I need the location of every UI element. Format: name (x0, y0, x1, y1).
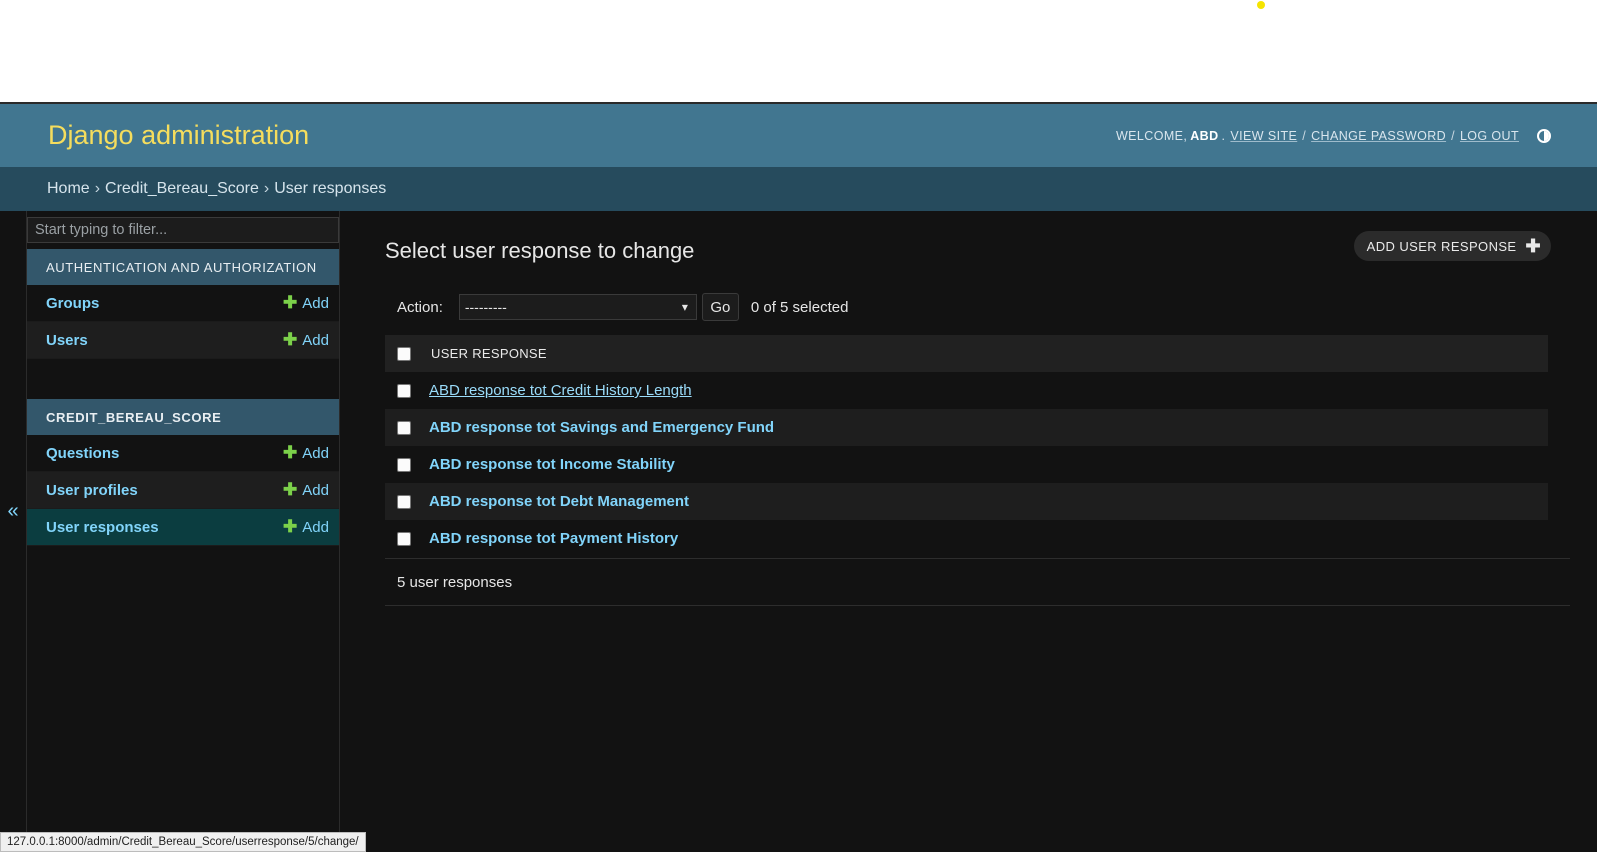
table-row: ABD response tot Credit History Length (385, 372, 1548, 409)
row-link[interactable]: ABD response tot Credit History Length (429, 382, 692, 399)
row-link[interactable]: ABD response tot Payment History (429, 530, 678, 547)
table-row: ABD response tot Payment History (385, 520, 1548, 557)
row-checkbox[interactable] (397, 494, 411, 509)
table-row: ABD response tot Income Stability (385, 446, 1548, 483)
plus-icon: ✚ (283, 293, 298, 312)
breadcrumb: Home › Credit_Bereau_Score › User respon… (0, 167, 1597, 211)
sidebar-item-groups: Groups ✚ Add (27, 285, 339, 322)
breadcrumb-current: User responses (274, 180, 387, 197)
add-label: Add (302, 482, 329, 499)
separator: / (1451, 128, 1455, 143)
add-label: Add (302, 519, 329, 536)
table-row: ABD response tot Debt Management (385, 483, 1548, 520)
paginator: 5 user responses (385, 558, 1570, 606)
add-questions-link[interactable]: ✚ Add (283, 443, 329, 463)
selection-counter: 0 of 5 selected (750, 298, 849, 316)
header: Django administration WELCOME, ABD. VIEW… (0, 104, 1597, 167)
view-site-link[interactable]: VIEW SITE (1230, 129, 1297, 143)
sidebar-collapse-toggle[interactable]: « (0, 211, 27, 852)
row-link[interactable]: ABD response tot Savings and Emergency F… (429, 419, 774, 436)
sidebar-item-label[interactable]: User profiles (46, 482, 138, 499)
row-checkbox[interactable] (397, 383, 411, 398)
nav-filter-input[interactable]: Start typing to filter... (27, 217, 339, 243)
plus-icon: ✚ (283, 480, 298, 499)
sidebar-item-questions: Questions ✚ Add (27, 435, 339, 472)
username: ABD (1190, 128, 1219, 143)
add-users-link[interactable]: ✚ Add (283, 330, 329, 350)
page-title: Select user response to change (385, 238, 695, 263)
action-select-value: --------- (464, 299, 507, 315)
module-caption-credit-bereau-score[interactable]: CREDIT_BEREAU_SCORE (27, 399, 339, 435)
action-select[interactable]: --------- ▾ (458, 294, 697, 320)
chevron-down-icon: ▾ (681, 300, 688, 314)
admin-window: Django administration WELCOME, ABD. VIEW… (0, 102, 1597, 852)
sidebar-item-label[interactable]: Groups (46, 295, 99, 312)
double-chevron-left-icon: « (7, 500, 19, 522)
row-checkbox[interactable] (397, 457, 411, 472)
log-out-link[interactable]: LOG OUT (1460, 129, 1519, 143)
actions-bar: Action: --------- ▾ Go 0 of 5 selected (385, 293, 848, 321)
sidebar-nav: Start typing to filter... AUTHENTICATION… (27, 211, 340, 852)
add-groups-link[interactable]: ✚ Add (283, 293, 329, 313)
sidebar-item-user-responses: User responses ✚ Add (27, 509, 339, 546)
add-label: Add (302, 332, 329, 349)
result-count: 5 user responses (397, 573, 513, 591)
sidebar-item-user-profiles: User profiles ✚ Add (27, 472, 339, 509)
sidebar-item-label[interactable]: Questions (46, 445, 119, 462)
sidebar-item-users: Users ✚ Add (27, 322, 339, 359)
row-checkbox[interactable] (397, 420, 411, 435)
plus-icon: ✚ (283, 330, 298, 349)
add-user-response-button[interactable]: ADD USER RESPONSE ✚ (1353, 231, 1551, 261)
plus-icon: ✚ (1525, 235, 1541, 256)
add-user-responses-link[interactable]: ✚ Add (283, 517, 329, 537)
breadcrumb-separator: › (94, 180, 101, 197)
result-list: USER RESPONSE ABD response tot Credit Hi… (385, 335, 1570, 606)
breadcrumb-separator: › (263, 180, 270, 197)
module-caption-auth[interactable]: AUTHENTICATION AND AUTHORIZATION (27, 249, 339, 285)
plus-icon: ✚ (283, 443, 298, 462)
breadcrumb-home[interactable]: Home (47, 180, 90, 198)
welcome-text: WELCOME, (1115, 128, 1188, 143)
change-password-link[interactable]: CHANGE PASSWORD (1311, 129, 1446, 143)
sidebar-item-label[interactable]: User responses (46, 519, 159, 536)
add-user-profiles-link[interactable]: ✚ Add (283, 480, 329, 500)
table-header: USER RESPONSE (385, 335, 1548, 372)
sidebar-item-label[interactable]: Users (46, 332, 88, 349)
action-label: Action: (397, 298, 443, 316)
site-title[interactable]: Django administration (48, 120, 309, 151)
add-label: Add (302, 445, 329, 462)
plus-icon: ✚ (283, 517, 298, 536)
mouse-highlight-dot (1257, 1, 1265, 9)
breadcrumb-app[interactable]: Credit_Bereau_Score (105, 180, 259, 198)
row-link[interactable]: ABD response tot Income Stability (429, 456, 675, 473)
separator: / (1302, 128, 1307, 143)
column-header-user-response[interactable]: USER RESPONSE (431, 346, 547, 361)
select-all-checkbox[interactable] (397, 346, 411, 361)
row-checkbox[interactable] (397, 531, 411, 546)
table-row: ABD response tot Savings and Emergency F… (385, 409, 1548, 446)
add-label: Add (302, 295, 329, 312)
theme-toggle-icon[interactable] (1537, 128, 1551, 143)
browser-status-url: 127.0.0.1:8000/admin/Credit_Bereau_Score… (0, 832, 366, 852)
user-tools: WELCOME, ABD. VIEW SITE / CHANGE PASSWOR… (1115, 128, 1551, 143)
go-button[interactable]: Go (701, 293, 739, 321)
add-button-label: ADD USER RESPONSE (1366, 238, 1517, 254)
row-link[interactable]: ABD response tot Debt Management (429, 493, 689, 510)
